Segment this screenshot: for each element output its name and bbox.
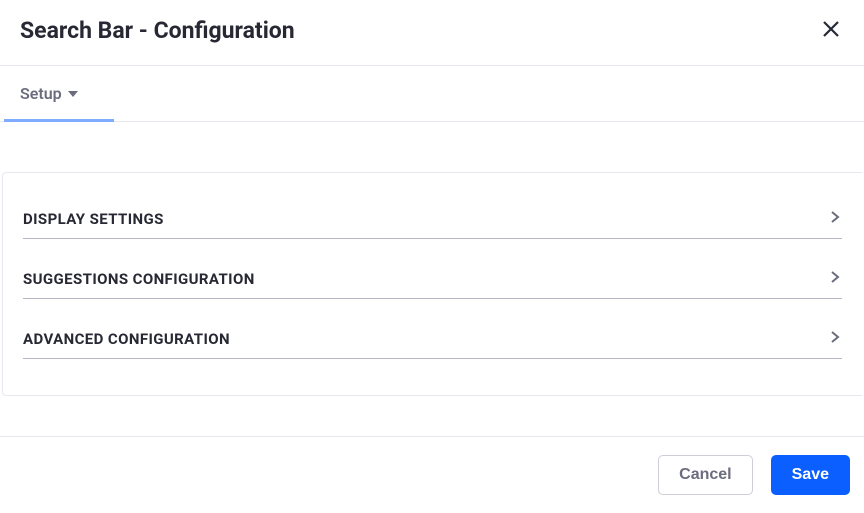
section-suggestions-configuration[interactable]: Suggestions Configuration <box>23 255 842 299</box>
section-label: Advanced Configuration <box>23 330 230 348</box>
configuration-modal: Search Bar - Configuration Setup Display… <box>0 0 864 513</box>
section-display-settings[interactable]: Display Settings <box>23 195 842 239</box>
tab-active-indicator <box>4 119 114 122</box>
save-button[interactable]: Save <box>771 455 850 495</box>
modal-header: Search Bar - Configuration <box>0 0 864 65</box>
close-button[interactable] <box>818 16 844 45</box>
tabs-bar: Setup <box>0 65 864 122</box>
close-icon <box>822 20 840 41</box>
chevron-right-icon <box>828 209 842 228</box>
tab-setup-label: Setup <box>20 84 62 103</box>
section-advanced-configuration[interactable]: Advanced Configuration <box>23 315 842 359</box>
chevron-right-icon <box>828 269 842 288</box>
section-label: Suggestions Configuration <box>23 270 255 288</box>
cancel-button[interactable]: Cancel <box>658 455 752 495</box>
modal-footer: Cancel Save <box>0 436 864 513</box>
section-label: Display Settings <box>23 210 164 228</box>
modal-title: Search Bar - Configuration <box>20 17 295 44</box>
settings-panel: Display Settings Suggestions Configurati… <box>2 172 862 396</box>
caret-down-icon <box>68 84 78 103</box>
modal-body: Display Settings Suggestions Configurati… <box>0 122 864 436</box>
chevron-right-icon <box>828 329 842 348</box>
tab-setup[interactable]: Setup <box>4 66 94 121</box>
